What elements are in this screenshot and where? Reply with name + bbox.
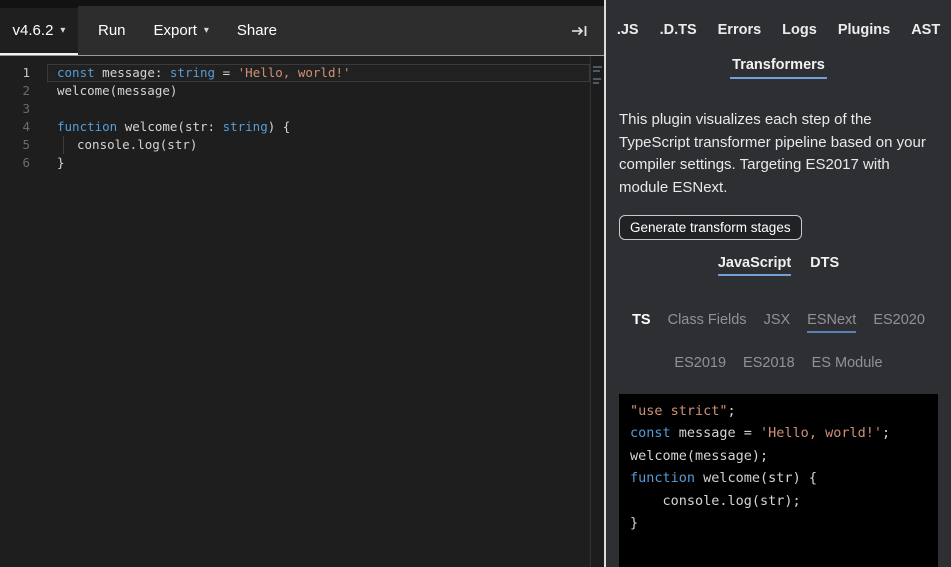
line-content: console.log(str) [30, 136, 197, 154]
minimap[interactable] [590, 56, 604, 567]
stage-tab-ts[interactable]: TS [632, 312, 651, 333]
editor-lines: 1const message: string = 'Hello, world!'… [0, 64, 604, 172]
editor-line[interactable]: 1const message: string = 'Hello, world!' [0, 64, 604, 82]
line-content: welcome(message) [30, 82, 177, 100]
line-content: function welcome(str: string) { [30, 118, 290, 136]
run-button[interactable]: Run [84, 6, 140, 55]
editor-line[interactable]: 2 welcome(message) [0, 82, 604, 100]
stage-tab-jsx[interactable]: JSX [764, 312, 791, 333]
output-code-line: const message = 'Hello, world!'; [630, 422, 927, 444]
sidebar-tab-logs[interactable]: Logs [782, 22, 817, 38]
transform-output-code: "use strict";const message = 'Hello, wor… [619, 394, 938, 567]
stage-tab-es2020[interactable]: ES2020 [873, 312, 925, 333]
chevron-down-icon: ▾ [60, 25, 65, 36]
export-menu-button[interactable]: Export ▾ [140, 6, 223, 55]
code-token: string [223, 119, 268, 134]
code-token: const [630, 425, 671, 441]
sidebar-tab-ast[interactable]: AST [911, 22, 940, 38]
stage-tab-es2019[interactable]: ES2019 [674, 355, 726, 376]
playground-app: v4.6.2 ▾ Run Export ▾ Share [0, 0, 951, 567]
code-token: const [57, 65, 95, 80]
output-code-line: } [630, 512, 927, 534]
output-code-line: function welcome(str) { [630, 467, 927, 489]
code-token: = [215, 65, 238, 80]
output-code-line: console.log(str); [630, 490, 927, 512]
output-code-line: welcome(message); [630, 445, 927, 467]
code-token: "use strict" [630, 403, 728, 419]
editor-pane: v4.6.2 ▾ Run Export ▾ Share [0, 0, 604, 567]
minimap-mark [593, 70, 600, 72]
plugin-tab-row: Transformers [606, 57, 951, 79]
line-number: 4 [0, 118, 30, 136]
output-tab-dts[interactable]: DTS [810, 255, 839, 276]
code-token: ) { [268, 119, 291, 134]
stage-tab-es2018[interactable]: ES2018 [743, 355, 795, 376]
stage-tab-es-module[interactable]: ES Module [812, 355, 883, 376]
code-token: ; [882, 425, 890, 441]
version-label: v4.6.2 [13, 22, 54, 39]
stage-tab-class-fields[interactable]: Class Fields [668, 312, 747, 333]
indent-guide [63, 136, 77, 154]
editor-line[interactable]: 6} [0, 154, 604, 172]
sidebar-panel: .JS .D.TS Errors Logs Plugins AST Transformer… [606, 0, 951, 567]
editor-line[interactable]: 4function welcome(str: string) { [0, 118, 604, 136]
run-label: Run [98, 22, 126, 39]
line-number: 1 [0, 64, 30, 82]
sidebar-tab-errors[interactable]: Errors [718, 22, 762, 38]
code-editor[interactable]: 1const message: string = 'Hello, world!'… [0, 56, 604, 567]
code-token: 'Hello, world!' [760, 425, 882, 441]
line-number: 5 [0, 136, 30, 154]
collapse-sidebar-button[interactable] [567, 20, 592, 42]
line-number: 3 [0, 100, 30, 118]
version-selector[interactable]: v4.6.2 ▾ [0, 8, 78, 55]
code-token: welcome(message) [57, 83, 177, 98]
top-toolbar: v4.6.2 ▾ Run Export ▾ Share [0, 0, 604, 56]
line-content [30, 100, 57, 118]
sidebar-tab-plugins[interactable]: Plugins [838, 22, 890, 38]
code-token: welcome(str: [117, 119, 222, 134]
export-label: Export [154, 22, 197, 39]
minimap-mark [593, 66, 602, 68]
editor-line[interactable]: 3 [0, 100, 604, 118]
output-tab-javascript[interactable]: JavaScript [718, 255, 791, 276]
code-token: welcome(message); [630, 448, 768, 464]
minimap-mark [593, 78, 601, 80]
minimap-mark [593, 82, 599, 84]
code-token: console.log(str); [630, 493, 801, 509]
code-token: function [630, 470, 695, 486]
generate-transform-stages-button[interactable]: Generate transform stages [619, 215, 802, 240]
code-token: string [170, 65, 215, 80]
code-token: } [57, 155, 65, 170]
line-number: 2 [0, 82, 30, 100]
code-token: 'Hello, world!' [238, 65, 351, 80]
sidebar-tab-bar: .JS .D.TS Errors Logs Plugins AST [606, 22, 951, 38]
output-type-tabs: JavaScript DTS [606, 255, 951, 276]
share-button[interactable]: Share [223, 6, 291, 55]
code-token: ; [728, 403, 736, 419]
code-token: message: [95, 65, 170, 80]
code-token: console.log(str) [77, 137, 197, 152]
tab-transformers[interactable]: Transformers [730, 57, 827, 79]
share-label: Share [237, 22, 277, 39]
output-code-line: "use strict"; [630, 400, 927, 422]
line-content: const message: string = 'Hello, world!' [30, 64, 351, 82]
sidebar-tab-dts[interactable]: .D.TS [660, 22, 697, 38]
toolbar: Run Export ▾ Share [78, 6, 604, 55]
editor-line[interactable]: 5 console.log(str) [0, 136, 604, 154]
chevron-down-icon: ▾ [204, 25, 209, 36]
code-token: message = [671, 425, 760, 441]
code-token: welcome(str) { [695, 470, 817, 486]
line-content: } [30, 154, 65, 172]
code-token: function [57, 119, 117, 134]
sidebar-tab-js[interactable]: .JS [617, 22, 639, 38]
line-number: 6 [0, 154, 30, 172]
code-token: } [630, 515, 638, 531]
plugin-description: This plugin visualizes each step of the … [619, 109, 939, 199]
transform-stage-tabs: TS Class Fields JSX ESNext ES2020 ES2019 ES201… [614, 312, 943, 376]
stage-tab-esnext[interactable]: ESNext [807, 312, 856, 333]
arrow-to-bar-icon [571, 24, 588, 38]
